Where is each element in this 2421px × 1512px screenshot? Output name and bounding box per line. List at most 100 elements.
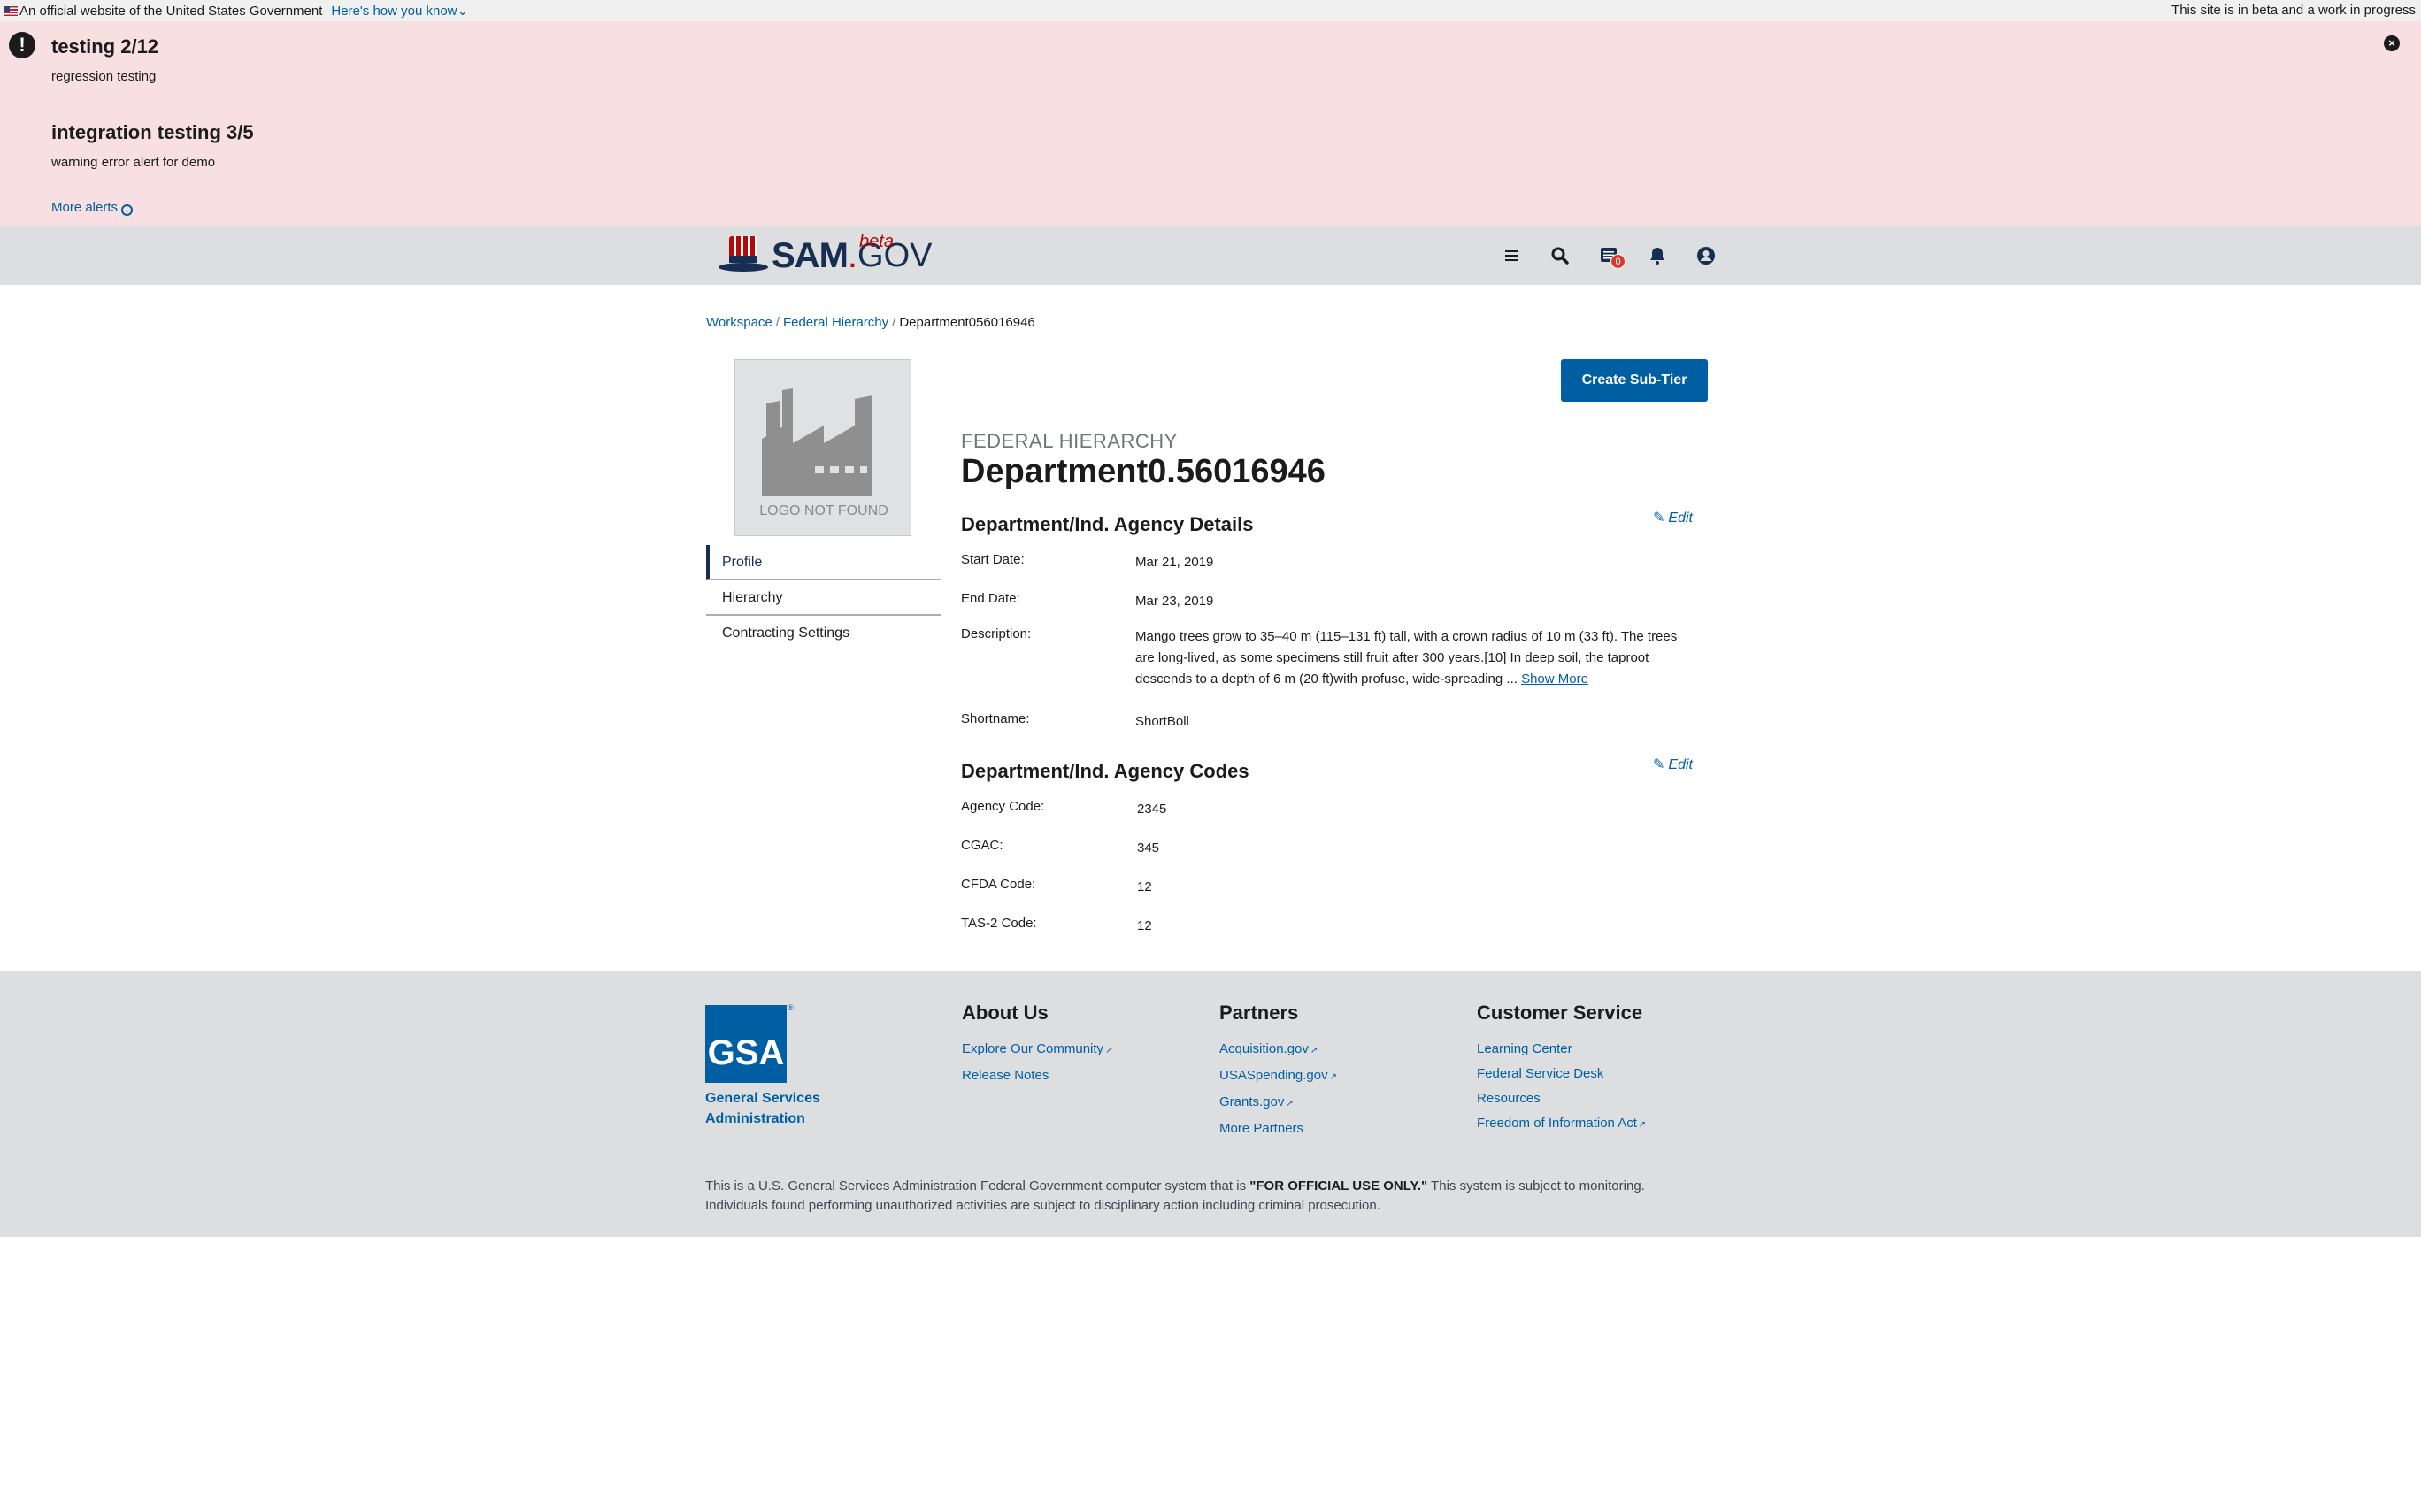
start-date-label: Start Date: xyxy=(961,552,1025,567)
gsa-name: General Services Administration xyxy=(705,1091,820,1126)
logo-sam-text: SAM xyxy=(772,236,849,275)
learning-center-link[interactable]: Learning Center xyxy=(1477,1037,1646,1062)
external-link-icon: ↗ xyxy=(1638,1120,1647,1130)
side-nav-hierarchy[interactable]: Hierarchy xyxy=(706,580,941,616)
more-partners-link[interactable]: More Partners xyxy=(1219,1117,1337,1141)
start-date-value: Mar 21, 2019 xyxy=(1135,555,1214,570)
tas-label: TAS-2 Code: xyxy=(961,916,1037,931)
gov-banner: An official website of the United States… xyxy=(0,0,2421,21)
header-nav-icons: 0 xyxy=(1487,244,1730,269)
side-navigation: Profile Hierarchy Contracting Settings xyxy=(706,545,941,651)
logo-gov-text: beta GOV xyxy=(857,232,932,273)
edit-details-link[interactable]: ✎ Edit xyxy=(1653,509,1693,526)
footer-disclaimer: This is a U.S. General Services Administ… xyxy=(705,1178,1645,1213)
explore-community-link[interactable]: Explore Our Community ↗ xyxy=(962,1037,1112,1063)
sam-gov-logo[interactable]: SAM . beta GOV xyxy=(719,232,932,275)
footer-about-heading: About Us xyxy=(962,1002,1049,1024)
chevron-down-icon: ⌄ xyxy=(457,4,469,19)
site-header: SAM . beta GOV 0 xyxy=(0,226,2421,285)
cgac-label: CGAC: xyxy=(961,838,1003,853)
external-link-icon: ↗ xyxy=(1286,1099,1294,1109)
agency-code-label: Agency Code: xyxy=(961,799,1045,814)
shortname-row: Shortname: ShortBoll xyxy=(961,711,1693,733)
notification-count-badge: 0 xyxy=(1610,254,1626,269)
pencil-icon: ✎ xyxy=(1653,757,1665,772)
menu-icon[interactable] xyxy=(1487,244,1535,267)
foia-link[interactable]: Freedom of Information Act ↗ xyxy=(1477,1111,1646,1138)
page-title: Department0.56016946 xyxy=(961,453,1326,490)
external-link-icon: ↗ xyxy=(1329,1072,1337,1082)
footer-service-column: Customer Service Learning Center Federal… xyxy=(1477,1002,1646,1138)
alert-item: integration testing 3/5 warning error al… xyxy=(51,121,254,170)
search-icon[interactable] xyxy=(1535,244,1584,267)
alert-title: integration testing 3/5 xyxy=(51,121,254,143)
breadcrumb: Workspace / Federal Hierarchy / Department05… xyxy=(706,315,1035,330)
agency-code-value: 2345 xyxy=(1137,802,1167,817)
uncle-sam-hat-icon xyxy=(719,236,768,273)
external-link-icon: ↗ xyxy=(1105,1046,1113,1055)
breadcrumb-federal-hierarchy[interactable]: Federal Hierarchy xyxy=(783,315,888,330)
footer-partners-heading: Partners xyxy=(1219,1002,1299,1024)
us-flag-icon xyxy=(4,5,18,16)
tas-value: 12 xyxy=(1137,918,1152,933)
official-website-text: An official website of the United States… xyxy=(19,3,323,19)
organization-logo-placeholder: LOGO NOT FOUND xyxy=(734,359,911,536)
end-date-label: End Date: xyxy=(961,591,1020,606)
release-notes-link[interactable]: Release Notes xyxy=(962,1063,1112,1088)
pencil-icon: ✎ xyxy=(1653,510,1665,526)
cfda-value: 12 xyxy=(1137,879,1152,894)
end-date-value: Mar 23, 2019 xyxy=(1135,594,1214,609)
bell-icon[interactable] xyxy=(1633,244,1681,267)
user-account-icon[interactable] xyxy=(1681,244,1730,267)
codes-heading: Department/Ind. Agency Codes xyxy=(961,760,1249,782)
federal-service-desk-link[interactable]: Federal Service Desk xyxy=(1477,1062,1646,1086)
gsa-logo[interactable]: GSA xyxy=(705,1005,787,1083)
cgac-value: 345 xyxy=(1137,840,1160,856)
alert-area: ! testing 2/12 regression testing integr… xyxy=(0,21,2421,226)
details-heading: Department/Ind. Agency Details xyxy=(961,513,1254,535)
cfda-row: CFDA Code: 12 xyxy=(961,877,1695,898)
alert-body: warning error alert for demo xyxy=(51,155,216,170)
alert-body: regression testing xyxy=(51,69,157,84)
logo-beta-text: beta xyxy=(859,232,894,251)
usaspending-gov-link[interactable]: USASpending.gov ↗ xyxy=(1219,1063,1337,1090)
acquisition-gov-link[interactable]: Acquisition.gov ↗ xyxy=(1219,1037,1337,1063)
side-nav-profile[interactable]: Profile xyxy=(706,545,941,580)
create-sub-tier-button[interactable]: Create Sub-Tier xyxy=(1561,359,1708,402)
description-value: Mango trees grow to 35–40 m (115–131 ft)… xyxy=(1135,629,1678,687)
breadcrumb-current: Department056016946 xyxy=(899,315,1035,330)
alert-title: testing 2/12 xyxy=(51,35,159,58)
footer-partners-column: Partners Acquisition.gov ↗ USASpending.go… xyxy=(1219,1002,1337,1141)
footer-about-column: About Us Explore Our Community ↗ Release … xyxy=(962,1002,1112,1088)
shortname-label: Shortname: xyxy=(961,711,1030,726)
description-label: Description: xyxy=(961,626,1032,641)
how-you-know-link[interactable]: Here's how you know⌄ xyxy=(331,3,468,19)
grants-gov-link[interactable]: Grants.gov ↗ xyxy=(1219,1090,1337,1117)
registered-mark: ® xyxy=(788,1003,794,1012)
chevron-down-circle-icon: ⌄ xyxy=(121,204,134,216)
shortname-value: ShortBoll xyxy=(1135,714,1189,729)
messages-icon[interactable]: 0 xyxy=(1584,244,1633,269)
logo-not-found-text: LOGO NOT FOUND xyxy=(759,503,888,518)
external-link-icon: ↗ xyxy=(1310,1046,1318,1055)
end-date-row: End Date: Mar 23, 2019 xyxy=(961,591,1693,612)
cgac-row: CGAC: 345 xyxy=(961,838,1695,859)
start-date-row: Start Date: Mar 21, 2019 xyxy=(961,552,1693,573)
breadcrumb-workspace[interactable]: Workspace xyxy=(706,315,772,330)
logo-dot: . xyxy=(847,236,858,275)
edit-codes-link[interactable]: ✎ Edit xyxy=(1653,756,1693,773)
show-more-link[interactable]: Show More xyxy=(1521,672,1588,687)
tas-row: TAS-2 Code: 12 xyxy=(961,916,1695,937)
close-alert-icon[interactable]: × xyxy=(2384,35,2400,51)
cfda-label: CFDA Code: xyxy=(961,877,1036,892)
side-nav-contracting-settings[interactable]: Contracting Settings xyxy=(706,616,941,651)
beta-notice: This site is in beta and a work in progr… xyxy=(2171,3,2416,18)
factory-icon xyxy=(762,388,872,496)
site-footer: GSA ® General Services Administration Abo… xyxy=(0,971,2421,1237)
more-alerts-link[interactable]: More alerts ⌄ xyxy=(51,200,134,216)
agency-code-row: Agency Code: 2345 xyxy=(961,799,1695,820)
resources-link[interactable]: Resources xyxy=(1477,1086,1646,1111)
page-eyebrow: FEDERAL HIERARCHY xyxy=(961,430,1178,452)
footer-service-heading: Customer Service xyxy=(1477,1002,1643,1024)
description-row: Description: Mango trees grow to 35–40 m… xyxy=(961,626,1693,690)
